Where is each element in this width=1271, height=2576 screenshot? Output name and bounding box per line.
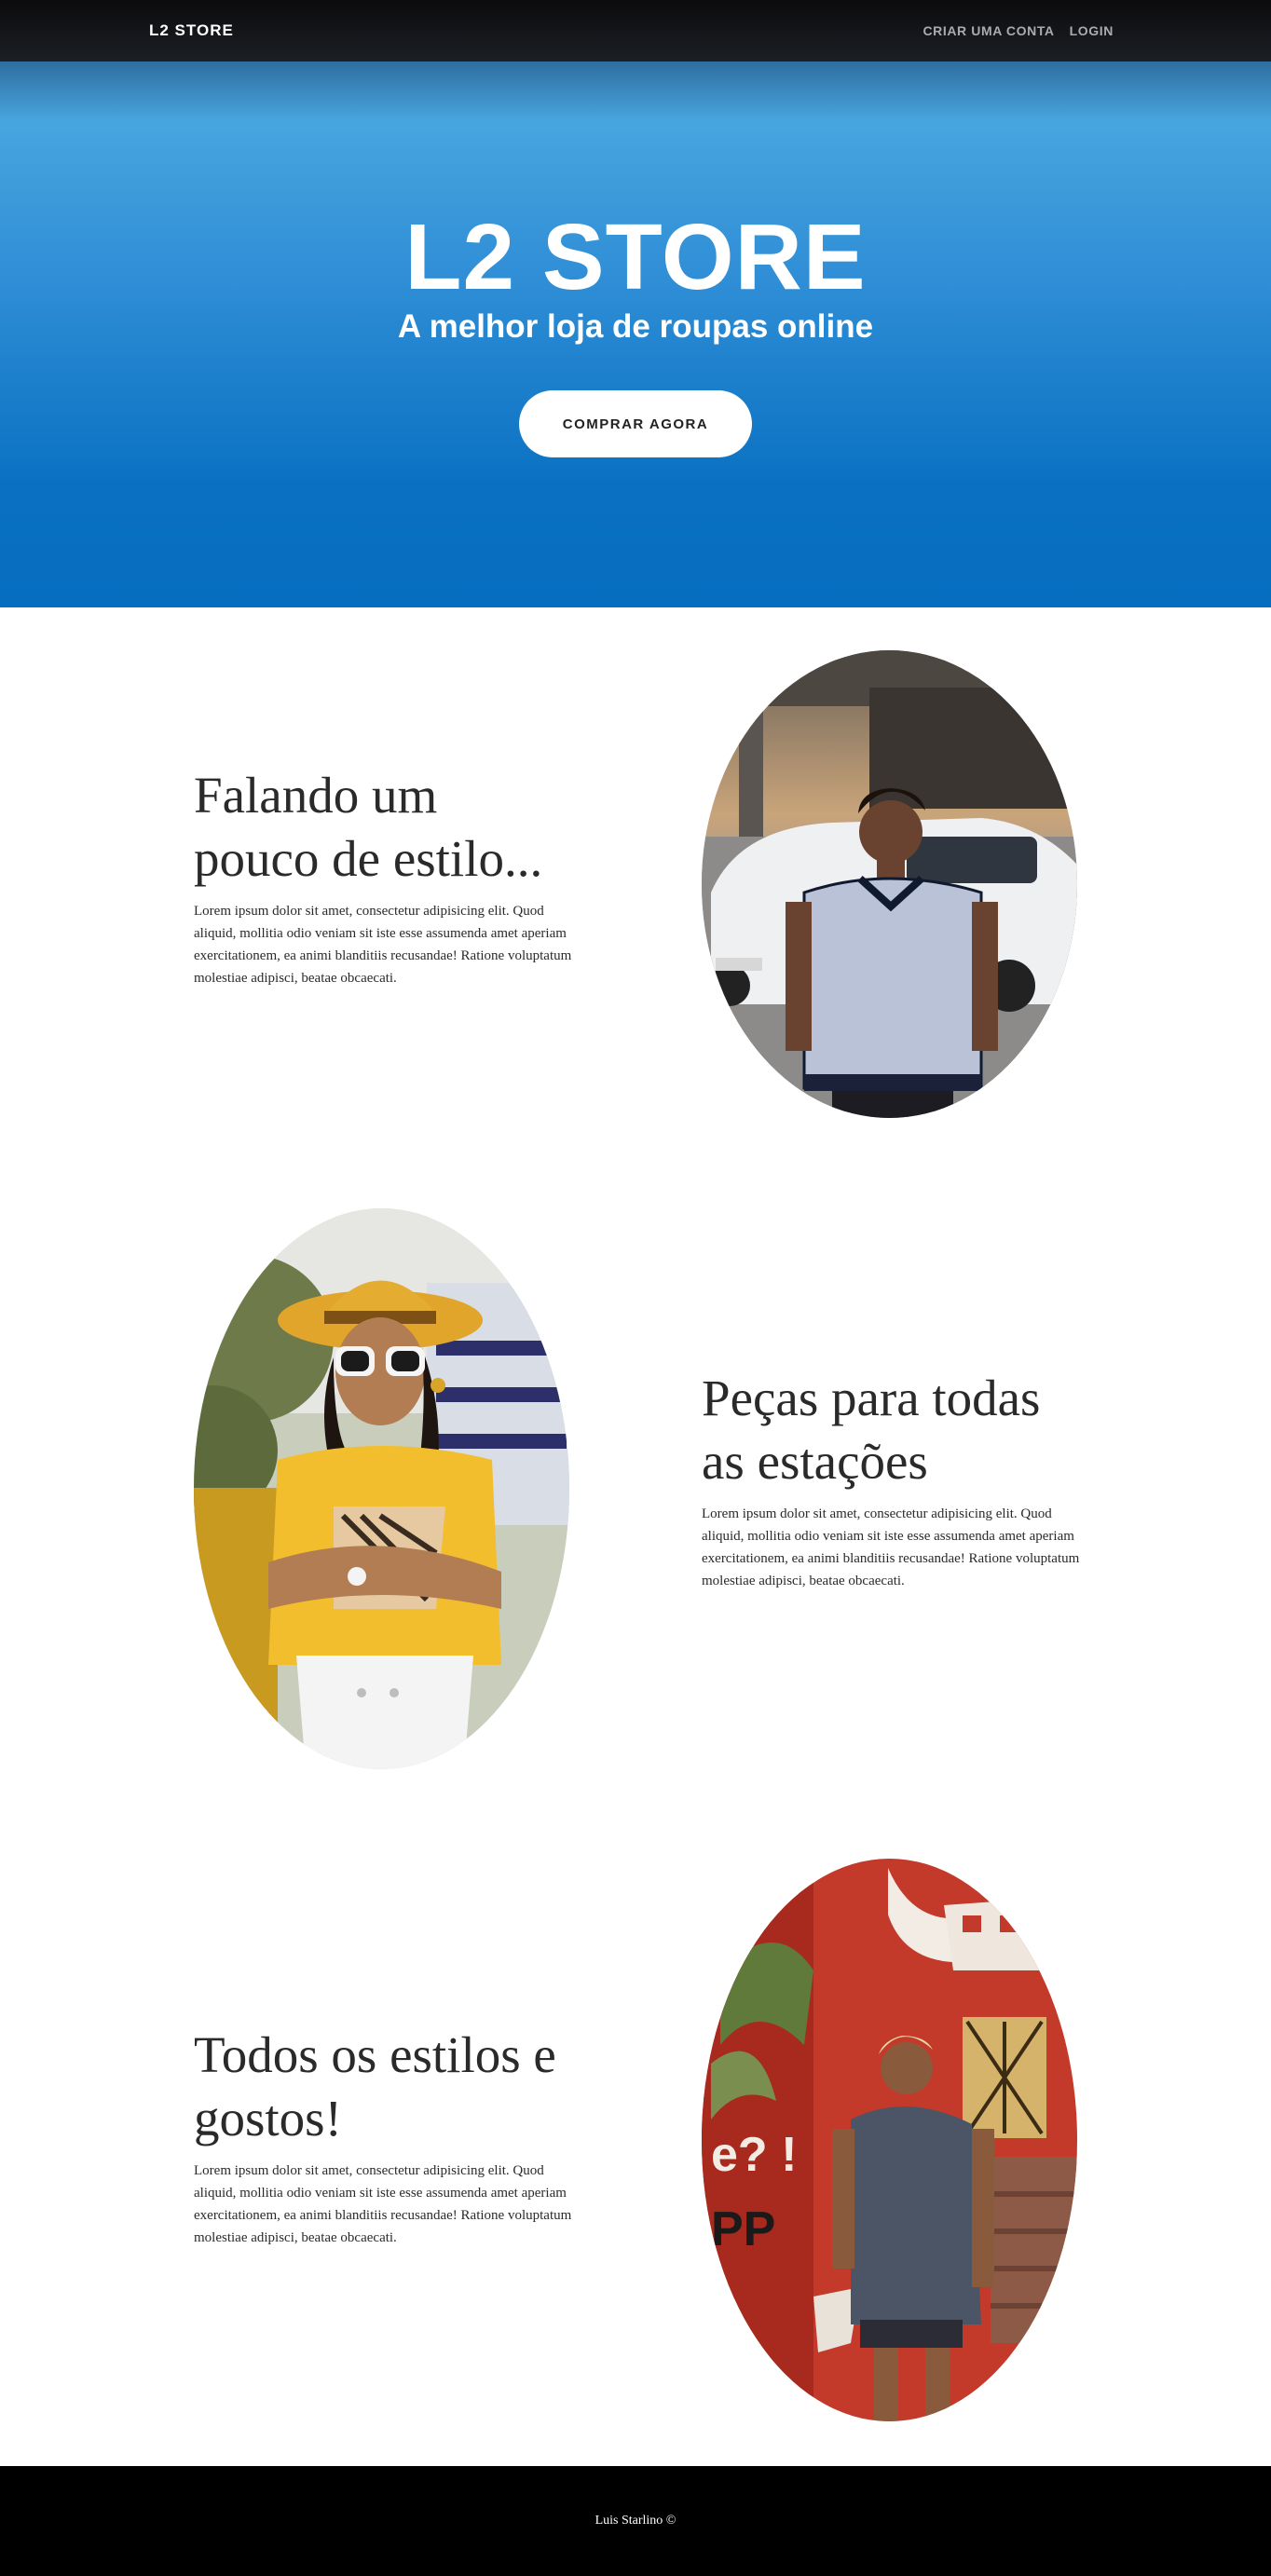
buy-now-button[interactable]: COMPRAR AGORA: [519, 390, 752, 457]
create-account-link[interactable]: CRIAR UMA CONTA: [922, 23, 1054, 38]
footer-credit: Luis Starlino ©: [594, 2514, 676, 2528]
feature-section-style: Falando um pouco de estilo... Lorem ipsu…: [0, 607, 1271, 1185]
footer: Luis Starlino ©: [0, 2466, 1271, 2576]
feature-title: Peças para todas as estações: [702, 1367, 1040, 1493]
svg-text:e? !: e? !: [711, 2128, 797, 2182]
feature-title-line2: as estações: [702, 1433, 928, 1490]
feature-section-seasons: Peças para todas as estações Lorem ipsum…: [0, 1185, 1271, 1837]
woman-yellow-hat-photo: [194, 1208, 569, 1769]
feature-title: Falando um pouco de estilo...: [194, 764, 542, 891]
hero-section: L2 STORE A melhor loja de roupas online …: [0, 0, 1271, 607]
feature-title-line1: Peças para todas: [702, 1370, 1041, 1426]
woman-red-wall-photo: e? ! PP: [702, 1859, 1077, 2421]
navbar: L2 STORE CRIAR UMA CONTA LOGIN: [0, 0, 1271, 61]
feature-title-line1: Todos os estilos e: [194, 2026, 556, 2083]
feature-text: Lorem ipsum dolor sit amet, consectetur …: [194, 904, 572, 986]
feature-text: Lorem ipsum dolor sit amet, consectetur …: [194, 2163, 572, 2245]
hero-subtitle: A melhor loja de roupas online: [397, 308, 874, 345]
feature-title-line2: pouco de estilo...: [194, 830, 543, 887]
hero-title: L2 STORE: [404, 205, 867, 309]
feature-title-line1: Falando um: [194, 767, 438, 824]
feature-title: Todos os estilos e gostos!: [194, 2024, 556, 2150]
feature-text: Lorem ipsum dolor sit amet, consectetur …: [702, 1506, 1080, 1588]
svg-text:PP: PP: [711, 2202, 775, 2256]
login-link[interactable]: LOGIN: [1070, 23, 1114, 38]
brand-logo[interactable]: L2 STORE: [149, 21, 234, 40]
feature-title-line2: gostos!: [194, 2090, 342, 2147]
feature-section-tastes: Todos os estilos e gostos! Lorem ipsum d…: [0, 1837, 1271, 2466]
man-checkered-shirt-photo: [702, 650, 1077, 1118]
nav-links: CRIAR UMA CONTA LOGIN: [922, 23, 1114, 38]
